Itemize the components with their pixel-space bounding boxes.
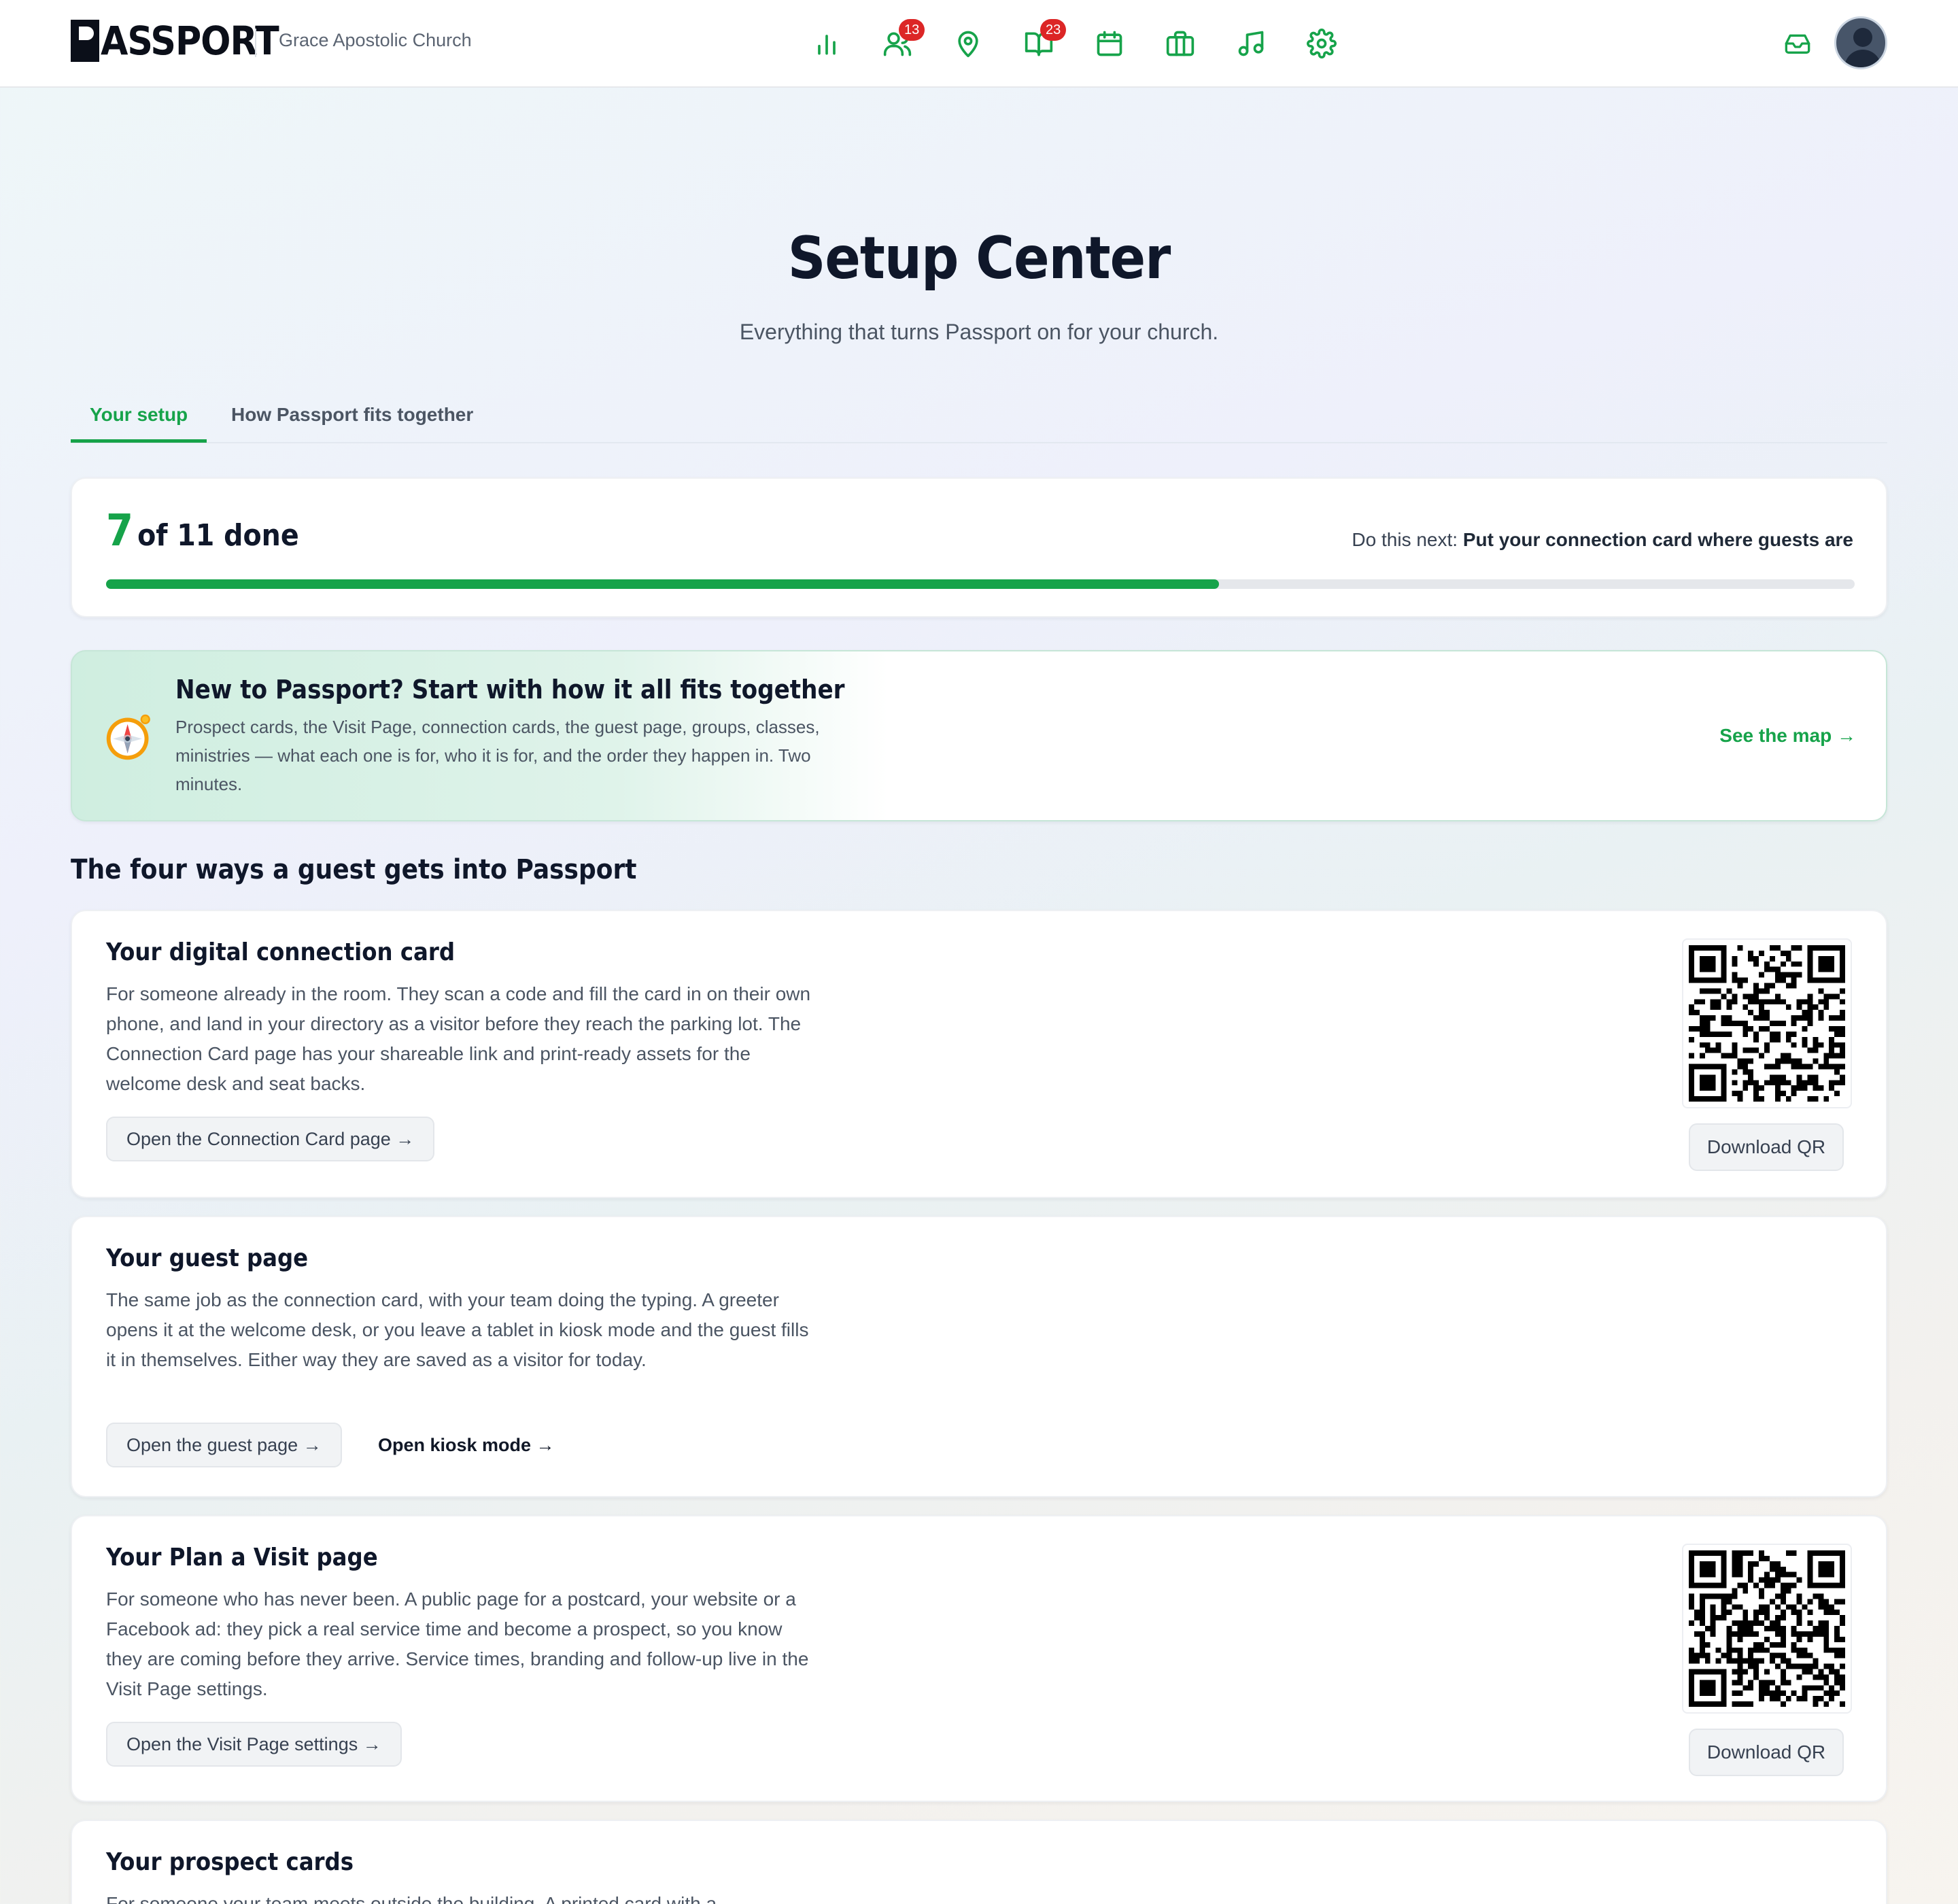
guest-page-section: Your guest page The same job as the conn… bbox=[71, 1216, 1887, 1497]
connection-card-qr-code bbox=[1682, 938, 1852, 1108]
bar-chart-icon bbox=[818, 35, 836, 55]
intro-title: New to Passport? Start with how it all f… bbox=[175, 675, 845, 704]
nav-calendar[interactable] bbox=[1085, 19, 1134, 68]
nav-locations[interactable] bbox=[944, 19, 993, 68]
prospect-cards-section: Your prospect cards For someone your tea… bbox=[71, 1820, 1887, 1904]
nav-reports[interactable] bbox=[802, 19, 851, 68]
qr-code-graphic bbox=[1689, 1550, 1845, 1707]
inbox-button[interactable] bbox=[1773, 19, 1822, 68]
progress-bar-fill bbox=[106, 579, 1219, 589]
open-kiosk-mode-link[interactable]: Open kiosk mode → bbox=[378, 1423, 555, 1467]
intro-banner[interactable]: New to Passport? Start with how it all f… bbox=[71, 650, 1887, 821]
visit-page-qr-code bbox=[1682, 1544, 1852, 1714]
progress-done-number: 7 bbox=[106, 506, 134, 556]
plan-a-visit-body: For someone who has never been. A public… bbox=[106, 1588, 809, 1699]
nav-worship[interactable] bbox=[1226, 19, 1275, 68]
tab-how-passport-fits-together[interactable]: How Passport fits together bbox=[231, 404, 473, 426]
map-pin-icon bbox=[958, 31, 978, 58]
nav-ministries[interactable] bbox=[1156, 19, 1205, 68]
progress-bar bbox=[106, 579, 1855, 589]
tab-your-setup[interactable]: Your setup bbox=[90, 404, 188, 426]
calendar-icon bbox=[1097, 31, 1122, 56]
guest-page-title: Your guest page bbox=[106, 1244, 309, 1272]
plan-a-visit-title: Your Plan a Visit page bbox=[106, 1544, 378, 1571]
prospect-cards-body: For someone your team meets outside the … bbox=[106, 1893, 717, 1904]
intro-body: Prospect cards, the Visit Page, connecti… bbox=[175, 717, 820, 794]
active-tab-indicator bbox=[71, 439, 207, 443]
progress-count: 7 of 11 done bbox=[106, 506, 299, 556]
church-name: Grace Apostolic Church bbox=[279, 30, 472, 50]
page-subtitle: Everything that turns Passport on for yo… bbox=[739, 320, 1219, 344]
briefcase-icon bbox=[1166, 31, 1195, 56]
classes-badge: 23 bbox=[1040, 19, 1067, 41]
open-guest-page-button[interactable]: Open the guest page → bbox=[106, 1423, 342, 1467]
connection-card-body: For someone already in the room. They sc… bbox=[106, 983, 811, 1094]
connection-card-section: Your digital connection card For someone… bbox=[71, 910, 1887, 1198]
passport-logo[interactable]: ASSPORT bbox=[71, 18, 279, 64]
people-badge: 13 bbox=[899, 19, 925, 41]
passport-logo-mark bbox=[71, 20, 99, 62]
download-qr-button[interactable]: Download QR bbox=[1689, 1729, 1844, 1776]
next-step-label: Do this next: bbox=[1352, 529, 1458, 550]
prospect-cards-title: Your prospect cards bbox=[106, 1848, 354, 1876]
next-step[interactable]: Do this next: Put your connection card w… bbox=[1352, 529, 1853, 551]
logo-text: ASSPORT bbox=[101, 18, 279, 64]
next-step-task[interactable]: Put your connection card where guests ar… bbox=[1463, 529, 1853, 550]
compass-icon bbox=[106, 714, 150, 760]
open-visit-page-settings-button[interactable]: Open the Visit Page settings → bbox=[106, 1722, 402, 1767]
nav-settings[interactable] bbox=[1297, 19, 1346, 68]
setup-tabs: Your setup How Passport fits together bbox=[71, 394, 1887, 443]
inbox-icon bbox=[1785, 34, 1810, 54]
user-avatar[interactable] bbox=[1834, 16, 1887, 69]
see-the-map-link[interactable]: See the map → bbox=[1719, 725, 1856, 747]
guest-page-body: The same job as the connection card, wit… bbox=[106, 1289, 809, 1370]
section-heading: The four ways a guest gets into Passport bbox=[71, 854, 637, 885]
setup-progress-card: 7 of 11 done Do this next: Put your conne… bbox=[71, 477, 1887, 617]
top-navigation-bar: ASSPORT Grace Apostolic Church 13 23 bbox=[0, 0, 1958, 88]
gear-icon bbox=[1307, 29, 1337, 58]
download-qr-button[interactable]: Download QR bbox=[1689, 1123, 1844, 1171]
music-note-icon bbox=[1238, 31, 1264, 56]
plan-a-visit-section: Your Plan a Visit page For someone who h… bbox=[71, 1515, 1887, 1802]
progress-done-rest: of 11 done bbox=[137, 518, 299, 553]
nav-people[interactable]: 13 bbox=[873, 19, 925, 68]
connection-card-title: Your digital connection card bbox=[106, 938, 456, 966]
nav-classes[interactable]: 23 bbox=[1014, 19, 1067, 68]
qr-code-graphic bbox=[1689, 945, 1845, 1102]
header-divider bbox=[255, 29, 256, 57]
page-title: Setup Center bbox=[787, 224, 1171, 292]
open-connection-card-button[interactable]: Open the Connection Card page → bbox=[106, 1117, 435, 1161]
